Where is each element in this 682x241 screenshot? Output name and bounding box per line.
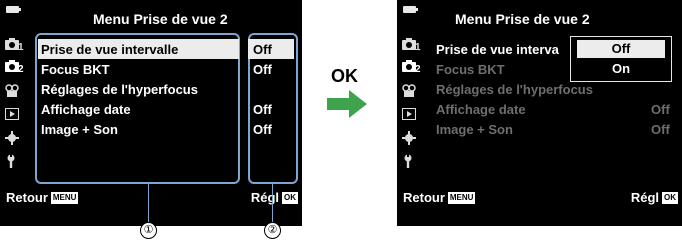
menu-item-image-sound[interactable]: Image + Son Off — [433, 119, 678, 139]
set-hint: Régl OK — [250, 190, 298, 205]
menu-item-focus-bkt[interactable]: Focus BKT Off — [38, 59, 294, 79]
arrow-right-icon — [327, 90, 367, 118]
menu-key-icon: MENU — [50, 192, 79, 204]
popup-option-on[interactable]: On — [577, 60, 665, 78]
battery-icon — [403, 6, 418, 13]
menu-item-hyperfocus[interactable]: Réglages de l'hyperfocus — [38, 79, 294, 99]
callout-2: ② — [264, 222, 281, 239]
ok-key-icon: OK — [662, 192, 678, 204]
back-hint: Retour MENU — [6, 190, 79, 205]
wrench-icon[interactable] — [5, 154, 29, 172]
ok-arrow-label: OK — [331, 66, 358, 86]
menu-item-hyperfocus[interactable]: Réglages de l'hyperfocus — [433, 79, 678, 99]
callout-1: ① — [140, 222, 157, 239]
screen-before: Menu Prise de vue 2 1 2 Prise de vue int… — [0, 0, 302, 226]
camera-1-icon[interactable]: 1 — [402, 38, 426, 56]
screen-after: Menu Prise de vue 2 1 2 Prise de vue int… — [397, 0, 682, 226]
gear-icon[interactable] — [402, 131, 426, 149]
playback-icon[interactable] — [5, 108, 29, 126]
set-hint: Régl OK — [630, 190, 678, 205]
menu-item-date-display[interactable]: Affichage date Off — [433, 99, 678, 119]
menu-item-date-display[interactable]: Affichage date Off — [38, 99, 294, 119]
playback-icon[interactable] — [402, 108, 426, 126]
option-popup: Off On — [570, 36, 672, 82]
battery-icon — [6, 6, 21, 13]
menu-title: Menu Prise de vue 2 — [93, 11, 228, 27]
camera-2-icon[interactable]: 2 — [5, 60, 29, 78]
menu-title: Menu Prise de vue 2 — [455, 11, 590, 27]
menu-item-image-sound[interactable]: Image + Son Off — [38, 119, 294, 139]
callout-line-2 — [272, 184, 273, 224]
back-hint: Retour MENU — [403, 190, 476, 205]
wrench-icon[interactable] — [402, 154, 426, 172]
camera-2-icon[interactable]: 2 — [402, 60, 426, 78]
video-icon[interactable] — [5, 84, 29, 102]
popup-option-off[interactable]: Off — [577, 40, 665, 58]
gear-icon[interactable] — [5, 131, 29, 149]
callout-line-1 — [148, 184, 149, 224]
menu-item-interval-shooting[interactable]: Prise de vue intervalle Off — [38, 39, 294, 59]
video-icon[interactable] — [402, 84, 426, 102]
camera-1-icon[interactable]: 1 — [5, 38, 29, 56]
ok-key-icon: OK — [282, 192, 298, 204]
menu-key-icon: MENU — [447, 192, 476, 204]
